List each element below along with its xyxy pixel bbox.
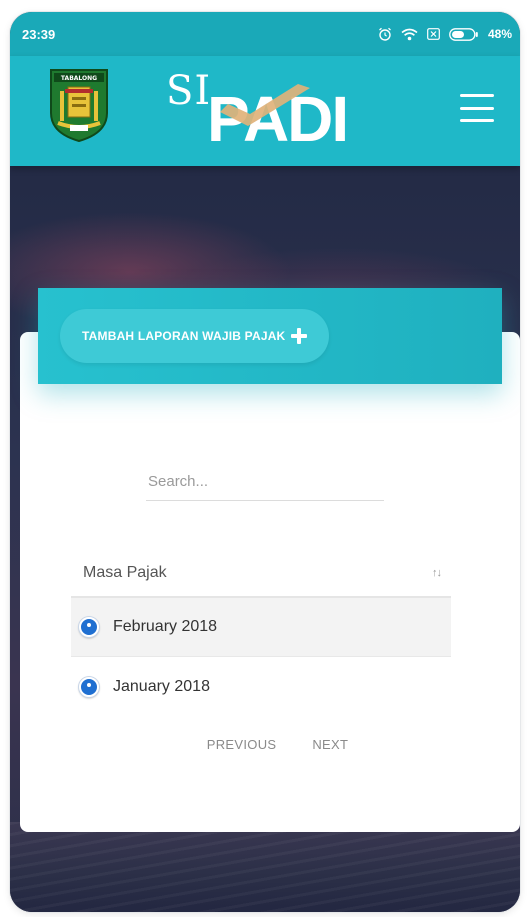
logo-prefix: SI bbox=[166, 68, 212, 114]
table-row[interactable]: January 2018 bbox=[71, 657, 451, 716]
column-header-label: Masa Pajak bbox=[83, 564, 167, 581]
logo-checkmark-icon bbox=[220, 84, 310, 126]
background-sea bbox=[10, 822, 520, 912]
sim-x-icon bbox=[427, 28, 440, 40]
pagination: PREVIOUS NEXT bbox=[0, 737, 527, 757]
expand-row-icon[interactable] bbox=[79, 617, 99, 637]
table-row[interactable]: February 2018 bbox=[71, 598, 451, 657]
hamburger-menu-icon[interactable] bbox=[460, 94, 494, 122]
expand-row-icon[interactable] bbox=[79, 676, 99, 697]
next-page-button[interactable]: NEXT bbox=[312, 737, 348, 757]
column-header-masa-pajak[interactable]: Masa Pajak ↑↓ bbox=[71, 550, 451, 598]
sipadi-logo: SI PADI bbox=[160, 64, 350, 155]
row-period-label: February 2018 bbox=[113, 618, 218, 635]
alarm-icon bbox=[379, 27, 391, 41]
menu-line bbox=[460, 94, 494, 97]
status-bar: 23:39 48% bbox=[10, 12, 520, 56]
app-header: TABALONG SI PADI bbox=[10, 56, 520, 166]
phone-frame: 23:39 48% TABALONG SI PADI TAMBAH LAPORA… bbox=[10, 12, 520, 912]
plus-icon bbox=[291, 328, 308, 344]
add-report-label: TAMBAH LAPORAN WAJIB PAJAK bbox=[82, 329, 286, 343]
battery-percent: 48% bbox=[487, 27, 512, 41]
sort-icon[interactable]: ↑↓ bbox=[432, 567, 442, 579]
crest-label: TABALONG bbox=[61, 75, 97, 82]
wifi-icon bbox=[401, 28, 418, 40]
add-report-button[interactable]: TAMBAH LAPORAN WAJIB PAJAK bbox=[60, 309, 330, 363]
menu-line bbox=[460, 119, 494, 122]
status-icons: 48% bbox=[378, 27, 512, 41]
menu-line bbox=[460, 106, 494, 110]
status-time: 23:39 bbox=[22, 26, 56, 42]
regency-crest-logo: TABALONG bbox=[50, 69, 108, 143]
previous-page-button[interactable]: PREVIOUS bbox=[207, 737, 277, 757]
search-input[interactable] bbox=[146, 463, 384, 501]
tax-period-table: Masa Pajak ↑↓ February 2018 January 2018 bbox=[71, 550, 451, 716]
row-period-label: January 2018 bbox=[113, 677, 210, 695]
battery-icon bbox=[449, 27, 478, 41]
action-banner: TAMBAH LAPORAN WAJIB PAJAK bbox=[38, 288, 502, 384]
